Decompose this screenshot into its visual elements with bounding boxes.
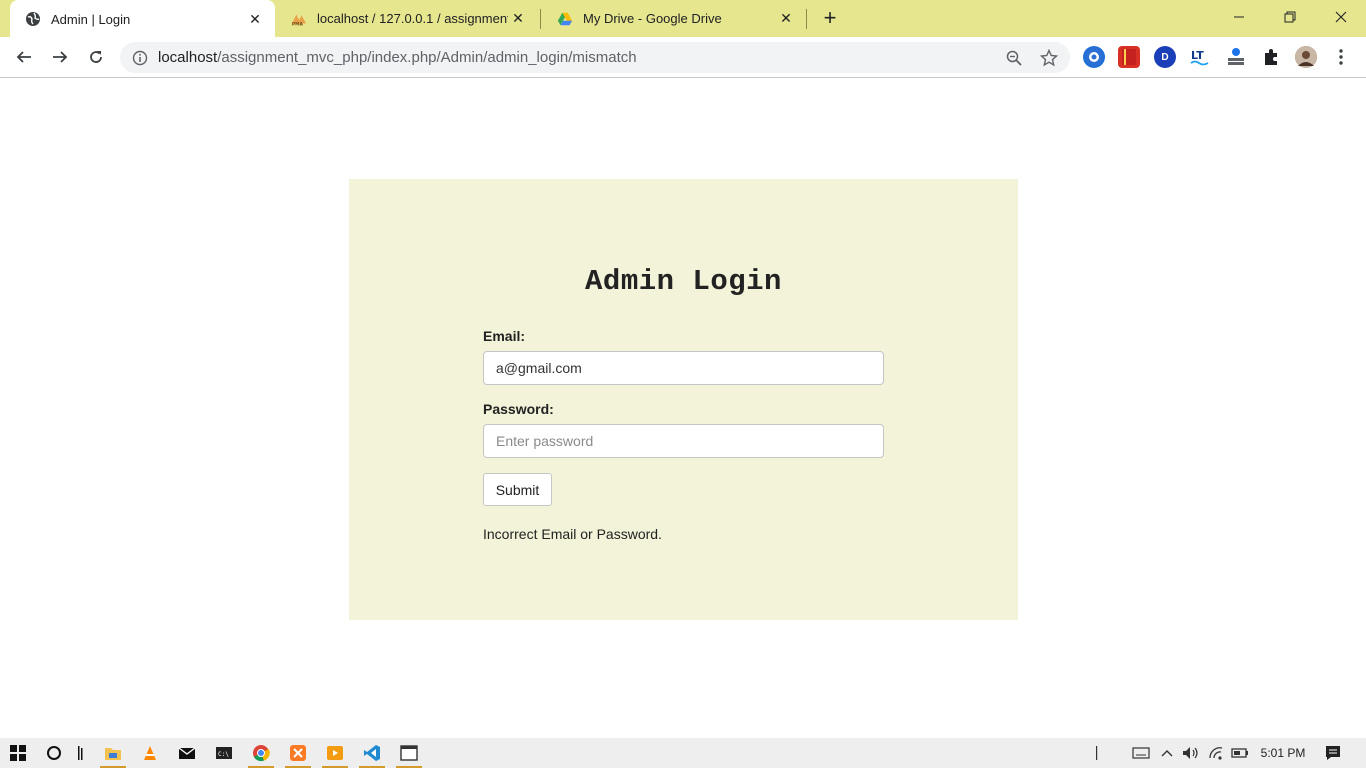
login-panel: Admin Login Email: Password: Submit Inco…: [349, 179, 1018, 620]
zoom-icon[interactable]: [1002, 46, 1026, 70]
address-bar[interactable]: localhost/assignment_mvc_php/index.php/A…: [120, 42, 1070, 73]
page-title: Admin Login: [585, 265, 782, 298]
xampp-icon[interactable]: [281, 738, 315, 768]
tab-separator: [540, 9, 541, 29]
tab-title: localhost / 127.0.0.1 / assignment: [317, 11, 508, 26]
close-tab-icon[interactable]: ✕: [245, 9, 265, 29]
show-desktop-divider: [1092, 738, 1102, 768]
chevron-up-icon[interactable]: [1157, 738, 1177, 768]
browser-menu-button[interactable]: [1327, 43, 1355, 71]
windows-start-icon[interactable]: [1, 738, 35, 768]
extension-lt-icon[interactable]: LT: [1189, 46, 1211, 68]
vlc-icon[interactable]: [133, 738, 167, 768]
minimize-button[interactable]: [1216, 0, 1262, 34]
close-tab-icon[interactable]: ✕: [776, 9, 796, 29]
extension-p-icon[interactable]: [1083, 46, 1105, 68]
mail-icon[interactable]: [170, 738, 204, 768]
phpmyadmin-icon: PMA: [291, 11, 307, 27]
tab-google-drive[interactable]: My Drive - Google Drive ✕: [542, 0, 806, 37]
forward-arrow-icon: [53, 51, 68, 63]
clock[interactable]: 5:01 PM: [1255, 738, 1311, 768]
extension-book-icon[interactable]: [1118, 46, 1140, 68]
volume-icon[interactable]: [1180, 738, 1202, 768]
restore-button[interactable]: [1267, 0, 1313, 34]
tab-admin-login[interactable]: Admin | Login ✕: [10, 0, 275, 38]
close-tab-icon[interactable]: ✕: [508, 9, 528, 29]
site-info-icon[interactable]: [132, 50, 148, 66]
extensions-puzzle-icon[interactable]: [1260, 46, 1282, 68]
email-label: Email:: [483, 328, 526, 344]
tab-phpmyadmin[interactable]: PMA localhost / 127.0.0.1 / assignment ✕: [276, 0, 538, 37]
google-drive-icon: [557, 11, 573, 27]
kebab-menu-icon: [1339, 49, 1343, 65]
submit-button[interactable]: Submit: [483, 473, 552, 506]
url-text: localhost/assignment_mvc_php/index.php/A…: [158, 49, 637, 66]
tab-separator: [806, 9, 807, 29]
wifi-icon[interactable]: [1206, 738, 1228, 768]
chrome-icon[interactable]: [244, 738, 278, 768]
svg-text:PMA: PMA: [292, 21, 304, 26]
terminal-icon[interactable]: C:\: [207, 738, 241, 768]
app-window-icon[interactable]: [392, 738, 426, 768]
globe-icon: [25, 11, 41, 27]
windows-taskbar: C:\ 5:01 PM: [0, 738, 1366, 768]
browser-tab-strip: Admin | Login ✕ PMA localhost / 127.0.0.…: [0, 0, 1366, 38]
tab-title: Admin | Login: [51, 11, 131, 27]
password-label: Password:: [483, 401, 554, 417]
keyboard-icon[interactable]: [1130, 738, 1152, 768]
forward-button[interactable]: [46, 43, 74, 71]
error-message: Incorrect Email or Password.: [483, 526, 662, 542]
file-explorer-icon[interactable]: [96, 738, 130, 768]
battery-icon[interactable]: [1229, 738, 1251, 768]
close-window-button[interactable]: [1318, 0, 1364, 34]
tab-title: My Drive - Google Drive: [583, 11, 722, 26]
new-tab-button[interactable]: +: [818, 5, 842, 30]
password-field[interactable]: [483, 424, 884, 458]
browser-toolbar: localhost/assignment_mvc_php/index.php/A…: [0, 37, 1366, 78]
media-player-icon[interactable]: [318, 738, 352, 768]
back-button[interactable]: [10, 43, 38, 71]
back-arrow-icon: [16, 51, 31, 63]
extension-server-icon[interactable]: [1225, 46, 1247, 68]
extension-d-icon[interactable]: D: [1154, 46, 1176, 68]
email-field[interactable]: [483, 351, 884, 385]
vscode-icon[interactable]: [355, 738, 389, 768]
notification-center-icon[interactable]: [1321, 738, 1345, 768]
url-path: /assignment_mvc_php/index.php/Admin/admi…: [217, 49, 637, 66]
reload-button[interactable]: [82, 43, 110, 71]
task-view-icon[interactable]: [63, 738, 97, 768]
svg-text:C:\: C:\: [218, 751, 229, 758]
url-host: localhost: [158, 49, 218, 66]
reload-icon: [90, 51, 102, 63]
bookmark-star-icon[interactable]: [1037, 46, 1061, 70]
svg-text:LT: LT: [1191, 49, 1204, 62]
profile-avatar[interactable]: [1295, 46, 1317, 68]
